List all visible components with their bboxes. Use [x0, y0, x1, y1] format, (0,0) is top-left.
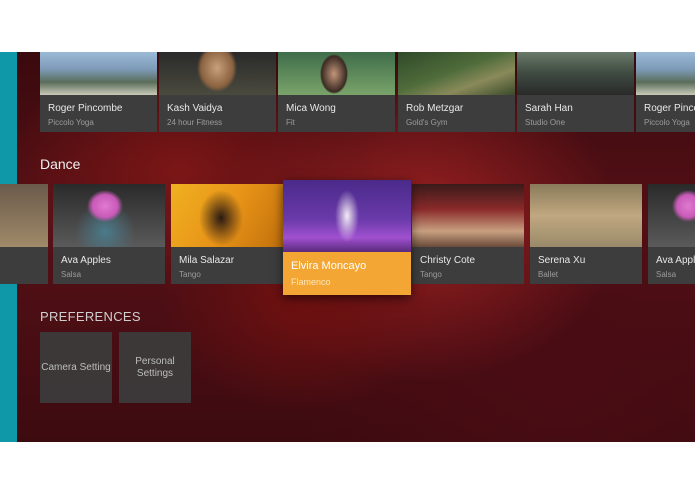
card-thumbnail — [398, 52, 515, 95]
preferences-heading: PREFERENCES — [40, 309, 141, 324]
card-subtitle: Piccolo Yoga — [48, 118, 94, 127]
card-subtitle: 24 hour Fitness — [167, 118, 223, 127]
dance-card-partial[interactable] — [0, 184, 48, 284]
card-thumbnail — [171, 184, 283, 247]
card-title: Christy Cote — [420, 255, 476, 266]
personal-settings-tile[interactable]: Personal Settings — [119, 332, 191, 403]
card-title: Ava Apples — [61, 255, 111, 266]
card-title: Mica Wong — [286, 103, 336, 114]
card-subtitle: Salsa — [656, 270, 677, 279]
card-title: Roger Pincombe — [48, 103, 123, 114]
dance-card-serena-xu[interactable]: Serena Xu Ballet — [530, 184, 642, 284]
card-subtitle: Studio One — [525, 118, 566, 127]
card-subtitle: Fit — [286, 118, 295, 127]
card-title: Sarah Han — [525, 103, 573, 114]
tv-screen: Roger Pincombe Piccolo Yoga Kash Vaidya … — [0, 52, 695, 442]
card-thumbnail — [53, 184, 165, 247]
instructor-card-sarah[interactable]: Sarah Han Studio One — [517, 52, 634, 132]
card-thumbnail — [530, 184, 642, 247]
card-title: Roger Pinco — [644, 103, 695, 114]
instructor-card-roger-2[interactable]: Roger Pinco Piccolo Yoga — [636, 52, 695, 132]
card-subtitle: Gold's Gym — [406, 118, 448, 127]
card-title: Elvira Moncayo — [291, 260, 367, 272]
card-subtitle: Flamenco — [291, 277, 331, 287]
dance-card-mila-salazar[interactable]: Mila Salazar Tango — [171, 184, 283, 284]
instructor-card-rob[interactable]: Rob Metzgar Gold's Gym — [398, 52, 515, 132]
card-thumbnail — [278, 52, 395, 95]
card-subtitle: Ballet — [538, 270, 559, 279]
card-subtitle: Piccolo Yoga — [644, 118, 690, 127]
instructor-card-kash[interactable]: Kash Vaidya 24 hour Fitness — [159, 52, 276, 132]
card-thumbnail — [283, 180, 411, 252]
card-thumbnail — [412, 184, 524, 247]
card-thumbnail — [0, 184, 48, 247]
card-thumbnail — [648, 184, 695, 247]
card-title: Rob Metzgar — [406, 103, 464, 114]
card-title: Mila Salazar — [179, 255, 235, 266]
dance-card-elvira-moncayo[interactable]: Elvira Moncayo Flamenco — [283, 180, 411, 295]
card-subtitle: Tango — [179, 270, 201, 279]
card-subtitle: Salsa — [61, 270, 82, 279]
dance-card-ava-apple-2[interactable]: Ava Apple Salsa — [648, 184, 695, 284]
card-thumbnail — [159, 52, 276, 95]
dance-card-christy-cote[interactable]: Christy Cote Tango — [412, 184, 524, 284]
card-thumbnail — [517, 52, 634, 95]
card-title: Serena Xu — [538, 255, 586, 266]
dance-section-heading: Dance — [40, 156, 81, 172]
dance-card-ava-apples[interactable]: Ava Apples Salsa — [53, 184, 165, 284]
card-thumbnail — [636, 52, 695, 95]
instructor-card-mica[interactable]: Mica Wong Fit — [278, 52, 395, 132]
card-thumbnail — [40, 52, 157, 95]
card-title: Kash Vaidya — [167, 103, 223, 114]
instructor-card-roger[interactable]: Roger Pincombe Piccolo Yoga — [40, 52, 157, 132]
card-title: Ava Apple — [656, 255, 695, 266]
camera-setting-tile[interactable]: Camera Setting — [40, 332, 112, 403]
card-subtitle: Tango — [420, 270, 442, 279]
